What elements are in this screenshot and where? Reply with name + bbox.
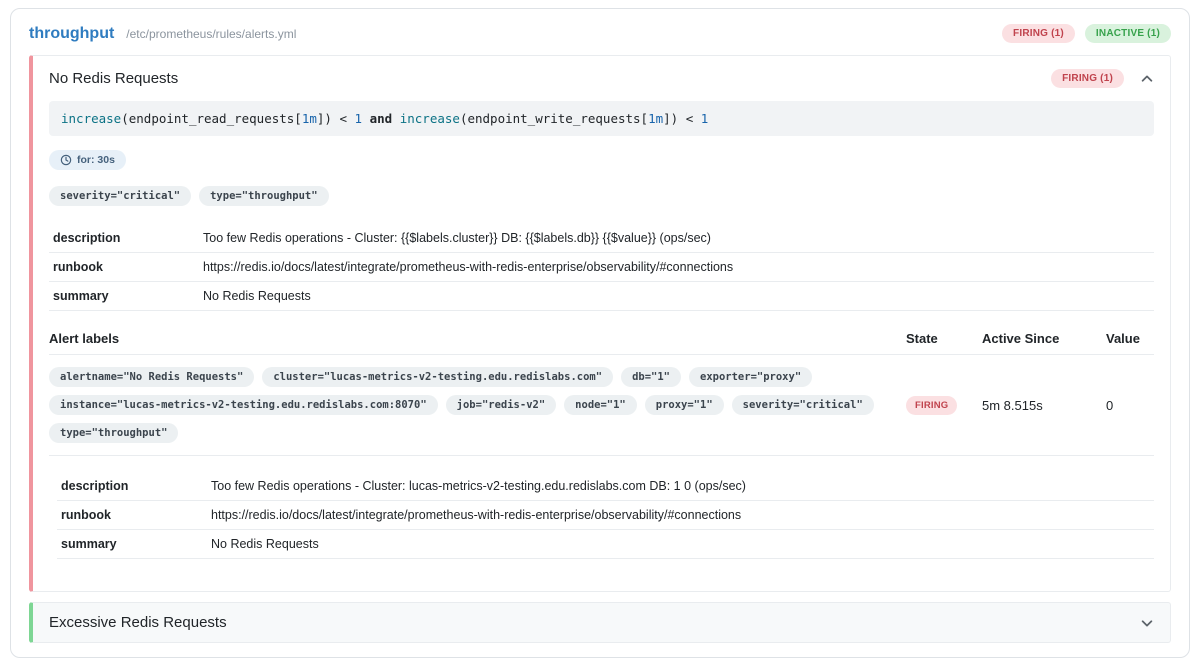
annotation-key: summary — [49, 282, 199, 311]
rule-labels: severity="critical" type="throughput" — [49, 186, 1154, 206]
annotation-key: summary — [57, 530, 207, 559]
group-state-badges: FIRING (1) INACTIVE (1) — [1002, 24, 1171, 43]
annotation-key: runbook — [57, 501, 207, 530]
alert-labels-header-row: Alert labels State Active Since Value — [49, 331, 1154, 355]
label-chip: severity="critical" — [49, 186, 191, 206]
inactive-card-header[interactable]: Excessive Redis Requests — [33, 603, 1170, 642]
annotation-value: No Redis Requests — [207, 530, 1154, 559]
label-chip: job="redis-v2" — [446, 395, 557, 415]
rule-annotations-table: descriptionToo few Redis operations - Cl… — [49, 224, 1154, 311]
alert-instance-labels: alertname="No Redis Requests" cluster="lu… — [49, 367, 892, 443]
expression-token: ]) — [317, 111, 332, 126]
instance-active-since: 5m 8.515s — [982, 398, 1092, 413]
alert-firing-badge: FIRING (1) — [1051, 69, 1124, 88]
for-duration-label: for: 30s — [77, 154, 115, 166]
annotation-value: Too few Redis operations - Cluster: luca… — [207, 472, 1154, 501]
label-chip: type="throughput" — [49, 423, 178, 443]
expression-token: 1m — [648, 111, 663, 126]
column-header-value: Value — [1106, 331, 1154, 346]
rule-group-name-link[interactable]: throughput — [29, 25, 114, 43]
rule-group-file-path: /etc/prometheus/rules/alerts.yml — [126, 27, 296, 41]
group-inactive-count-badge: INACTIVE (1) — [1085, 24, 1171, 43]
annotation-value: No Redis Requests — [199, 282, 1154, 311]
label-chip: node="1" — [564, 395, 637, 415]
alert-card-no-redis-requests: No Redis Requests FIRING (1) increase(en… — [29, 55, 1171, 592]
annotation-value: Too few Redis operations - Cluster: {{$l… — [199, 224, 1154, 253]
clock-icon — [60, 154, 72, 166]
instance-annotations-table: descriptionToo few Redis operations - Cl… — [57, 472, 1154, 559]
for-duration-badge: for: 30s — [49, 150, 126, 170]
instance-state-badge: FIRING — [906, 396, 957, 415]
annotation-value: https://redis.io/docs/latest/integrate/p… — [207, 501, 1154, 530]
column-header-state: State — [906, 331, 968, 346]
instance-value: 0 — [1106, 398, 1154, 413]
alert-card-header[interactable]: No Redis Requests FIRING (1) — [33, 56, 1170, 101]
group-firing-count-badge: FIRING (1) — [1002, 24, 1075, 43]
expression-token: (endpoint_write_requests[ — [460, 111, 648, 126]
annotation-row: descriptionToo few Redis operations - Cl… — [49, 224, 1154, 253]
chevron-up-icon[interactable] — [1140, 72, 1154, 86]
label-chip: instance="lucas-metrics-v2-testing.edu.r… — [49, 395, 438, 415]
label-chip: exporter="proxy" — [689, 367, 812, 387]
expression-token: increase — [61, 111, 121, 126]
alert-name: No Redis Requests — [49, 70, 178, 87]
label-chip: type="throughput" — [199, 186, 328, 206]
alert-instance-row: alertname="No Redis Requests" cluster="lu… — [49, 355, 1154, 456]
annotation-value: https://redis.io/docs/latest/integrate/p… — [199, 253, 1154, 282]
annotation-row: runbookhttps://redis.io/docs/latest/inte… — [49, 253, 1154, 282]
annotation-row: summaryNo Redis Requests — [49, 282, 1154, 311]
expression-token: ]) — [663, 111, 678, 126]
label-chip: proxy="1" — [645, 395, 724, 415]
expression-token: < — [332, 111, 355, 126]
alert-card-excessive-redis-requests: Excessive Redis Requests — [29, 602, 1171, 643]
alert-labels-title: Alert labels — [49, 331, 892, 346]
label-chip: cluster="lucas-metrics-v2-testing.edu.re… — [262, 367, 613, 387]
expression-token: 1m — [302, 111, 317, 126]
expression-token: < — [678, 111, 701, 126]
label-chip: db="1" — [621, 367, 681, 387]
annotation-key: runbook — [49, 253, 199, 282]
alert-card-body: increase(endpoint_read_requests[1m]) < 1… — [33, 101, 1170, 591]
column-header-active-since: Active Since — [982, 331, 1092, 346]
expression-token: 1 — [355, 111, 363, 126]
rule-group-header: throughput /etc/prometheus/rules/alerts.… — [11, 9, 1189, 55]
alert-expression[interactable]: increase(endpoint_read_requests[1m]) < 1… — [49, 101, 1154, 136]
chevron-down-icon[interactable] — [1140, 616, 1154, 630]
expression-token: increase — [400, 111, 460, 126]
annotation-row: runbookhttps://redis.io/docs/latest/inte… — [57, 501, 1154, 530]
rules-alerts-page: throughput /etc/prometheus/rules/alerts.… — [10, 8, 1190, 658]
label-chip: alertname="No Redis Requests" — [49, 367, 254, 387]
annotation-key: description — [57, 472, 207, 501]
label-chip: severity="critical" — [732, 395, 874, 415]
expression-token: (endpoint_read_requests[ — [121, 111, 302, 126]
expression-token: and — [362, 111, 400, 126]
expression-token: 1 — [701, 111, 709, 126]
annotation-key: description — [49, 224, 199, 253]
annotation-row: summaryNo Redis Requests — [57, 530, 1154, 559]
inactive-alert-name: Excessive Redis Requests — [49, 614, 227, 631]
annotation-row: descriptionToo few Redis operations - Cl… — [57, 472, 1154, 501]
